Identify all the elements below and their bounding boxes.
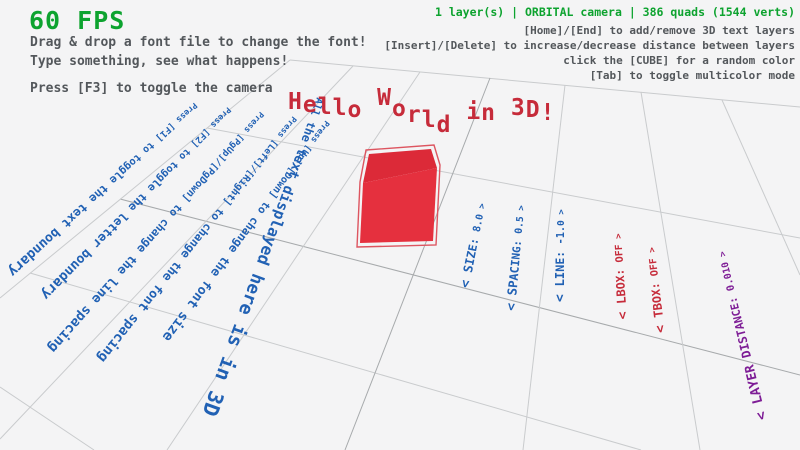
hud-multicolor-hint: [Tab] to toggle multicolor mode [384,68,795,83]
hud-gap [30,71,367,79]
fps-counter: 60 FPS [29,6,125,35]
hud-left-instructions: Drag & drop a font file to change the fo… [30,33,367,98]
app-window: Press [F1] to toggle the text boundaryPr… [0,0,800,450]
hud-drag-drop-hint: Drag & drop a font file to change the fo… [30,33,367,52]
hud-right-instructions: 1 layer(s) | ORBITAL camera | 386 quads … [384,5,795,83]
hud-camera-hint: Press [F3] to toggle the camera [30,79,367,98]
hud-distance-hint: [Insert]/[Delete] to increase/decrease d… [384,38,795,53]
status-line: 1 layer(s) | ORBITAL camera | 386 quads … [384,5,795,20]
hud-layers-hint: [Home]/[End] to add/remove 3D text layer… [384,23,795,38]
cube[interactable] [357,145,440,247]
hud-type-hint: Type something, see what happens! [30,52,367,71]
hud-cube-hint: click the [CUBE] for a random color [384,53,795,68]
